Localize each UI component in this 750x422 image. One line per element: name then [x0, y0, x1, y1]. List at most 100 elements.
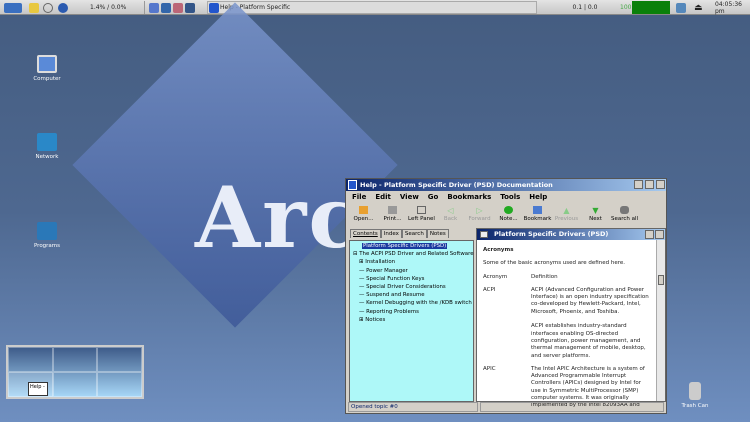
help-icon — [209, 2, 219, 13]
icon-label: Network — [35, 154, 59, 160]
folder-icon[interactable] — [161, 2, 171, 13]
folder-open-icon — [359, 206, 368, 214]
desktop-icon-trash[interactable]: Trash Can — [670, 382, 720, 409]
magnifier-icon — [43, 2, 53, 13]
topic-title-bar: Platform Specific Drivers (PSD) — [477, 229, 665, 240]
window-list-icon[interactable] — [149, 2, 159, 13]
title-bar[interactable]: Help - Platform Specific Driver (PSD) Do… — [346, 179, 666, 191]
topic-minimize-button[interactable] — [645, 230, 654, 239]
status-text: Opened topic #0 — [348, 402, 478, 412]
memory-graph — [632, 1, 670, 14]
down-triangle-icon: ▼ — [592, 206, 599, 215]
topic-icon — [480, 231, 488, 238]
wallpaper-logo: Arc — [195, 168, 362, 267]
tree-item[interactable]: ⊞ Notices — [352, 317, 471, 325]
icon-label: Programs — [33, 243, 61, 249]
button-label: Back — [443, 216, 458, 222]
back-button[interactable]: ◁ Back — [436, 204, 465, 228]
column-header: Acronym — [483, 273, 508, 280]
tree-item[interactable]: — Power Manager — [352, 268, 471, 276]
start-menu-button[interactable] — [3, 1, 23, 14]
tree-item[interactable]: ⊞ Installation — [352, 259, 471, 267]
help-icon — [348, 180, 357, 190]
left-panel-button[interactable]: Left Panel — [407, 204, 436, 228]
binoculars-icon — [620, 206, 629, 214]
programs-folder-icon — [37, 222, 57, 240]
eject-icon: ⏏ — [694, 2, 703, 13]
folder-icon[interactable] — [185, 2, 195, 13]
tree-item[interactable]: — Special Driver Considerations — [352, 284, 471, 292]
menu-edit[interactable]: Edit — [375, 193, 391, 202]
acronym-definition: ACPI establishes industry-standard inter… — [531, 323, 646, 359]
network-button[interactable] — [675, 1, 687, 14]
memory-label: 100 — [620, 4, 632, 11]
menu-go[interactable]: Go — [428, 193, 439, 202]
topic-content: Acronyms Some of the basic acronyms used… — [477, 240, 657, 414]
tab-search[interactable]: Search — [401, 229, 427, 238]
forward-button[interactable]: ▷ Forward — [465, 204, 494, 228]
navigation-tabs: Contents Index Search Notes — [350, 229, 449, 238]
desktop-icon-computer[interactable]: Computer — [22, 55, 72, 82]
network-icon — [676, 2, 686, 13]
scrollbar-thumb[interactable] — [658, 275, 664, 285]
button-label: Print... — [383, 216, 402, 222]
tab-index[interactable]: Index — [380, 229, 402, 238]
lock-button[interactable] — [28, 1, 40, 14]
vertical-scrollbar[interactable] — [656, 240, 665, 401]
task-help[interactable]: Help - Platform Specific — [207, 1, 537, 14]
shutdown-button[interactable] — [57, 1, 69, 14]
close-button[interactable] — [656, 180, 665, 189]
window-title: Help - Platform Specific Driver (PSD) Do… — [360, 181, 553, 189]
previous-button[interactable]: ▲ Previous — [552, 204, 581, 228]
bookmark-button[interactable]: Bookmark — [523, 204, 552, 228]
menu-bar: File Edit View Go Bookmarks Tools Help — [346, 191, 666, 204]
status-bar: Opened topic #0 — [348, 402, 664, 412]
button-label: Forward — [468, 216, 491, 222]
open-button[interactable]: Open... — [349, 204, 378, 228]
content-intro: Some of the basic acronyms used are defi… — [483, 260, 626, 267]
tree-item[interactable]: ⊟ The ACPI PSD Driver and Related Softwa… — [352, 251, 474, 259]
desktop-icon-programs[interactable]: Programs — [22, 222, 72, 249]
toolbar: Open... Print... Left Panel ◁ Back ▷ Forwa… — [346, 204, 666, 228]
icon-label: Trash Can — [681, 403, 709, 409]
print-button[interactable]: Print... — [378, 204, 407, 228]
tree-item[interactable]: Platform Specific Drivers (PSD) — [352, 243, 471, 251]
tree-item[interactable]: — Kernel Debugging with the /KDB switch — [352, 300, 472, 308]
search-all-button[interactable]: Search all — [610, 204, 639, 228]
taskbar: 1.4% / 0.0% Help - Platform Specific 0.1… — [0, 0, 750, 15]
tab-notes[interactable]: Notes — [426, 229, 449, 238]
tree-item[interactable]: — Special Function Keys — [352, 276, 471, 284]
maximize-button[interactable] — [645, 180, 654, 189]
menu-help[interactable]: Help — [529, 193, 547, 202]
content-heading: Acronyms — [483, 247, 514, 253]
eject-button[interactable]: ⏏ — [694, 1, 703, 14]
column-header: Definition — [531, 273, 558, 280]
tree-item[interactable]: — Reporting Problems — [352, 309, 471, 317]
status-panel — [480, 402, 664, 412]
tab-contents[interactable]: Contents — [350, 229, 381, 238]
tree-item[interactable]: — Suspend and Resume — [352, 292, 471, 300]
next-button[interactable]: ▼ Next — [581, 204, 610, 228]
trash-can-icon — [689, 382, 701, 400]
minimize-button[interactable] — [634, 180, 643, 189]
power-icon — [58, 2, 68, 13]
topic-maximize-button[interactable] — [655, 230, 664, 239]
note-button[interactable]: Note... — [494, 204, 523, 228]
menu-tools[interactable]: Tools — [500, 193, 520, 202]
pager-window-thumbnail[interactable]: Help - — [28, 382, 48, 396]
topic-title: Platform Specific Drivers (PSD) — [494, 230, 609, 238]
menu-view[interactable]: View — [400, 193, 419, 202]
desktop-icon-network[interactable]: Network — [22, 133, 72, 160]
quicklaunch — [148, 1, 196, 14]
folder-icon[interactable] — [173, 2, 183, 13]
button-label: Bookmark — [523, 216, 552, 222]
button-label: Note... — [499, 216, 518, 222]
button-label: Left Panel — [408, 216, 435, 222]
search-button[interactable] — [42, 1, 54, 14]
bookmark-icon — [533, 206, 542, 214]
menu-file[interactable]: File — [352, 193, 366, 202]
button-label: Open... — [353, 216, 374, 222]
printer-icon — [388, 206, 397, 214]
virtual-desktop-pager[interactable] — [6, 345, 144, 399]
menu-bookmarks[interactable]: Bookmarks — [447, 193, 491, 202]
